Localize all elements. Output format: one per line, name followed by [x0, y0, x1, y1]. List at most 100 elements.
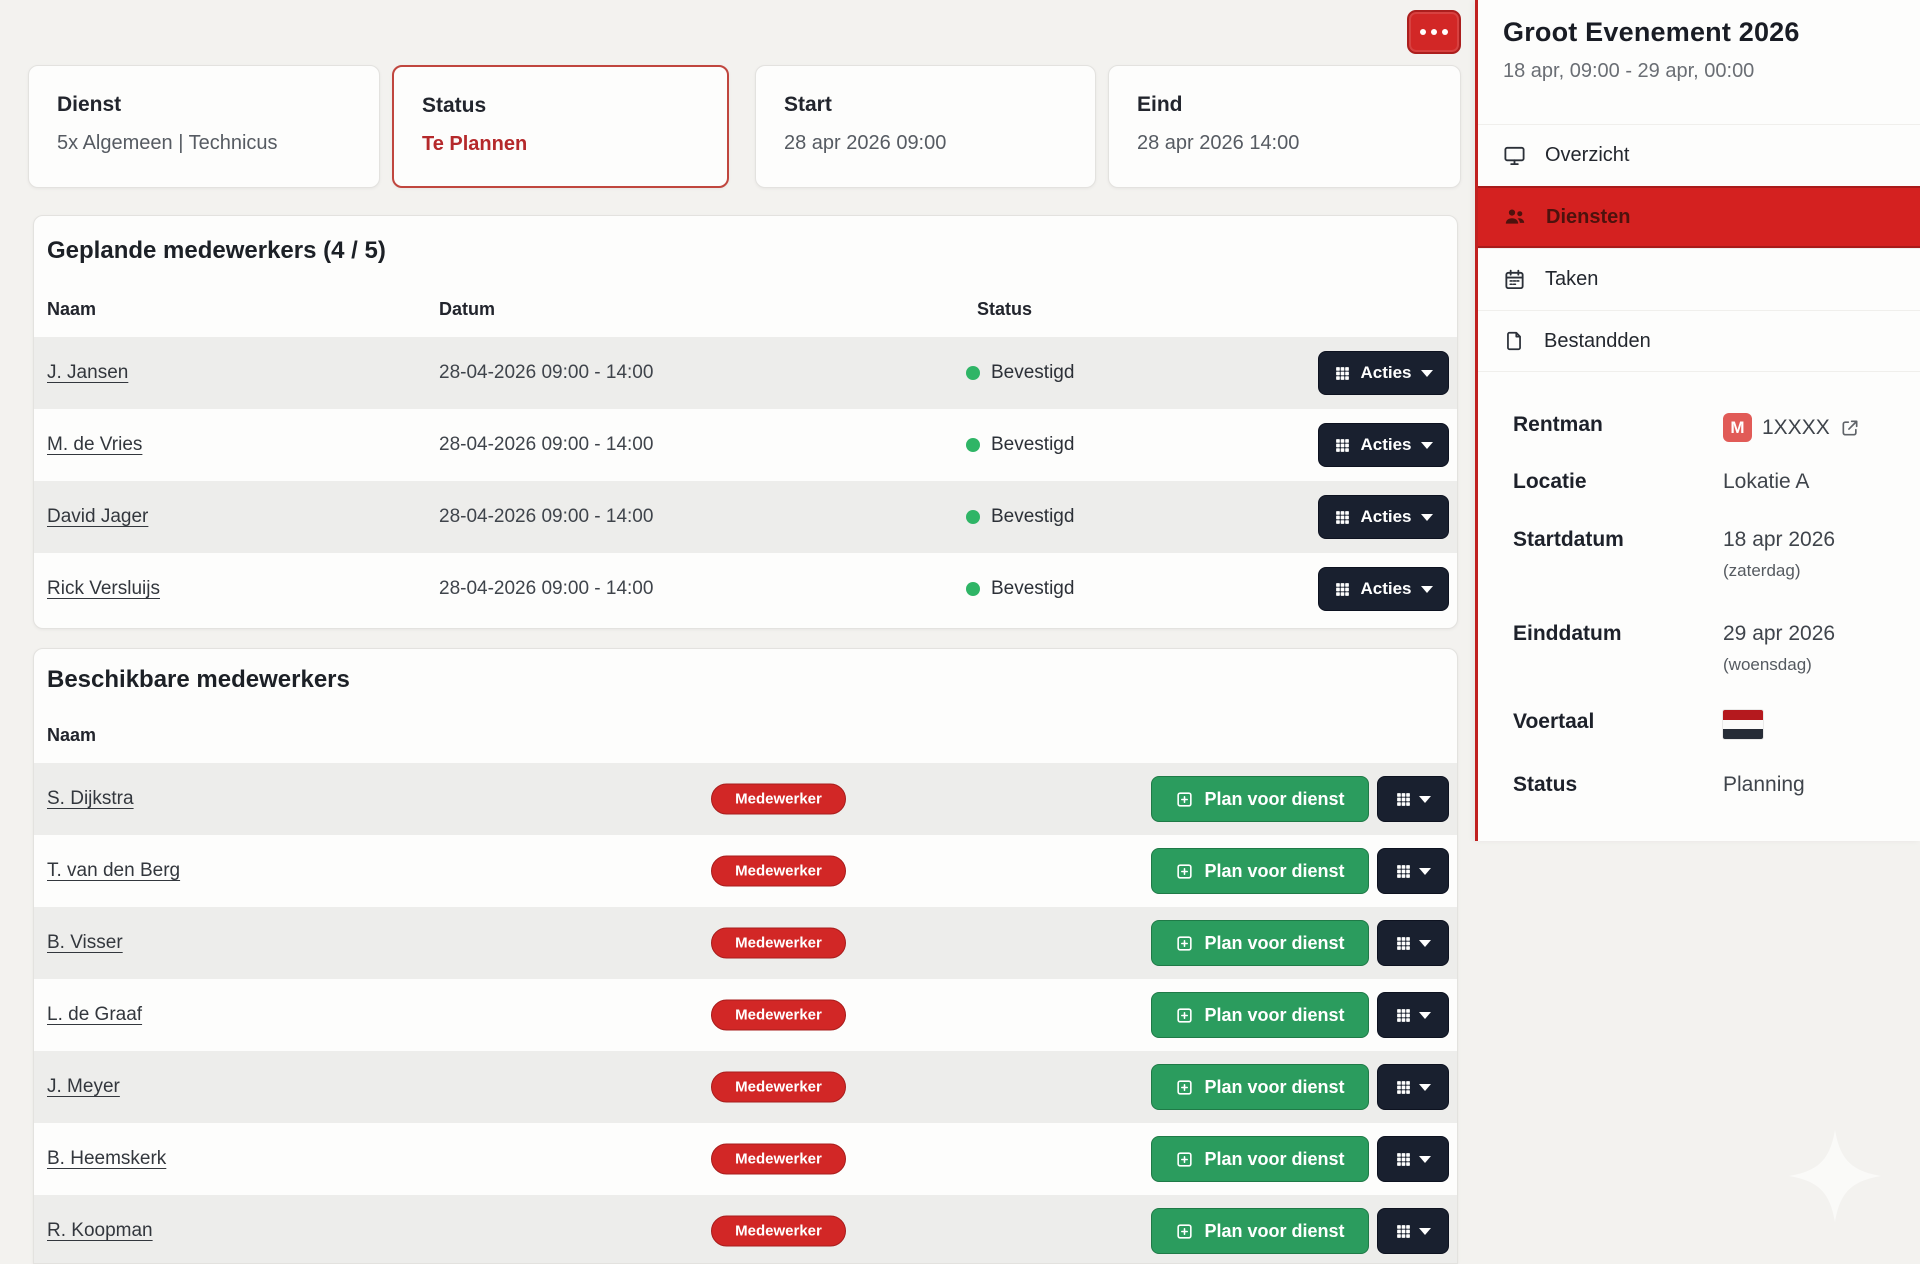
table-row: J. Meyer Medewerker Plan voor dienst [34, 1051, 1457, 1123]
plus-square-icon [1175, 862, 1194, 881]
detail-label: Status [1513, 773, 1723, 797]
table-row: L. de Graaf Medewerker Plan voor dienst [34, 979, 1457, 1051]
table-row: T. van den BergMedewerkerPlan voor diens… [34, 835, 1457, 907]
rentman-badge: M [1723, 413, 1752, 442]
netherlands-flag [1723, 710, 1763, 739]
plan-voor-dienst-button[interactable]: Plan voor dienst [1151, 1208, 1369, 1254]
card-label: Dienst [57, 93, 379, 117]
row-actions-dropdown-button[interactable] [1377, 848, 1449, 894]
grid-icon [1334, 365, 1351, 382]
card-label: Start [784, 93, 1095, 117]
sidebar-item-label: Diensten [1546, 206, 1630, 229]
status-text: Bevestigd [991, 506, 1074, 528]
grid-icon [1395, 1007, 1412, 1024]
ellipsis-icon [1420, 29, 1426, 35]
caret-down-icon [1421, 514, 1433, 521]
employee-name-link[interactable]: J. Jansen [47, 362, 128, 384]
plus-square-icon [1175, 934, 1194, 953]
table-row: R. Koopman Medewerker Plan voor dienst [34, 1195, 1457, 1264]
plan-button-label: Plan voor dienst [1204, 1005, 1344, 1026]
detail-label: Voertaal [1513, 710, 1723, 739]
employee-name-link[interactable]: R. Koopman [47, 1220, 153, 1242]
plan-voor-dienst-button[interactable]: Plan voor dienst [1151, 1136, 1369, 1182]
shift-date: 28-04-2026 09:00 - 14:00 [439, 578, 653, 600]
acties-button[interactable]: Acties [1318, 351, 1449, 395]
medewerker-badge: Medewerker [711, 928, 846, 959]
detail-value: 29 apr 2026 [1723, 622, 1835, 646]
sparkle-decoration [1789, 1130, 1881, 1227]
grid-icon [1395, 863, 1412, 880]
detail-row-einddatum: Einddatum 29 apr 2026 (woensdag) [1513, 622, 1898, 675]
row-actions-dropdown-button[interactable] [1377, 776, 1449, 822]
detail-value: Planning [1723, 773, 1805, 797]
section-title: Beschikbare medewerkers [47, 666, 350, 694]
status-dot-icon [966, 438, 980, 452]
caret-down-icon [1421, 370, 1433, 377]
employee-name-link[interactable]: T. van den Berg [47, 860, 180, 882]
table-row: M. de Vries 28-04-2026 09:00 - 14:00 Bev… [34, 409, 1457, 481]
sidebar-item-overzicht[interactable]: Overzicht [1478, 124, 1920, 186]
employee-name-link[interactable]: M. de Vries [47, 434, 142, 456]
plan-voor-dienst-button[interactable]: Plan voor dienst [1151, 920, 1369, 966]
plan-voor-dienst-button[interactable]: Plan voor dienst [1151, 1064, 1369, 1110]
plan-button-label: Plan voor dienst [1204, 933, 1344, 954]
sidebar-item-diensten[interactable]: Diensten [1478, 186, 1920, 248]
acties-button[interactable]: Acties [1318, 567, 1449, 611]
medewerker-badge: Medewerker [711, 1000, 846, 1031]
table-row: Rick Versluijs 28-04-2026 09:00 - 14:00 … [34, 553, 1457, 625]
employee-name-link[interactable]: S. Dijkstra [47, 788, 134, 810]
card-value: 28 apr 2026 14:00 [1137, 132, 1460, 155]
status-dot-icon [966, 582, 980, 596]
employee-name-link[interactable]: J. Meyer [47, 1076, 120, 1098]
card-value: 5x Algemeen | Technicus [57, 132, 379, 155]
plan-voor-dienst-button[interactable]: Plan voor dienst [1151, 848, 1369, 894]
row-actions-dropdown-button[interactable] [1377, 920, 1449, 966]
caret-down-icon [1419, 1012, 1431, 1019]
caret-down-icon [1419, 868, 1431, 875]
plan-button-label: Plan voor dienst [1204, 1149, 1344, 1170]
column-header-status: Status [977, 299, 1032, 320]
detail-row-rentman: Rentman M 1XXXX [1513, 413, 1898, 442]
sidebar-nav: Overzicht Diensten Taken Bestandden [1478, 124, 1920, 372]
detail-row-status: Status Planning [1513, 773, 1898, 797]
sidebar-item-label: Bestandden [1544, 330, 1651, 353]
employee-name-link[interactable]: B. Visser [47, 932, 123, 954]
sidebar-item-bestandden[interactable]: Bestandden [1478, 310, 1920, 372]
detail-value: 18 apr 2026 [1723, 528, 1835, 552]
row-actions-dropdown-button[interactable] [1377, 1064, 1449, 1110]
table-row: S. DijkstraMedewerkerPlan voor dienst [34, 763, 1457, 835]
acties-button[interactable]: Acties [1318, 423, 1449, 467]
acties-label: Acties [1360, 363, 1411, 383]
grid-icon [1334, 437, 1351, 454]
planned-employees-section: Geplande medewerkers (4 / 5) Naam Datum … [33, 215, 1458, 629]
employee-name-link[interactable]: David Jager [47, 506, 148, 528]
card-label: Status [422, 94, 727, 118]
caret-down-icon [1421, 442, 1433, 449]
table-row: David Jager 28-04-2026 09:00 - 14:00 Bev… [34, 481, 1457, 553]
column-header-datum: Datum [439, 299, 495, 320]
row-actions-dropdown-button[interactable] [1377, 1136, 1449, 1182]
sidebar-item-taken[interactable]: Taken [1478, 248, 1920, 310]
calendar-icon [1503, 268, 1526, 291]
plus-square-icon [1175, 1150, 1194, 1169]
acties-button[interactable]: Acties [1318, 495, 1449, 539]
medewerker-badge: Medewerker [711, 1216, 846, 1247]
employee-name-link[interactable]: Rick Versluijs [47, 578, 160, 600]
shift-date: 28-04-2026 09:00 - 14:00 [439, 362, 653, 384]
plan-voor-dienst-button[interactable]: Plan voor dienst [1151, 776, 1369, 822]
plus-square-icon [1175, 1078, 1194, 1097]
employee-name-link[interactable]: L. de Graaf [47, 1004, 142, 1026]
event-title: Groot Evenement 2026 [1503, 17, 1800, 48]
row-actions-dropdown-button[interactable] [1377, 1208, 1449, 1254]
more-options-button[interactable] [1407, 10, 1461, 54]
card-value: 28 apr 2026 09:00 [784, 132, 1095, 155]
employee-name-link[interactable]: B. Heemskerk [47, 1148, 166, 1170]
row-actions-dropdown-button[interactable] [1377, 992, 1449, 1038]
rentman-number-link[interactable]: 1XXXX [1762, 416, 1830, 440]
medewerker-badge: Medewerker [711, 1072, 846, 1103]
plan-voor-dienst-button[interactable]: Plan voor dienst [1151, 992, 1369, 1038]
card-value: Te Plannen [422, 133, 727, 156]
external-link-icon[interactable] [1840, 418, 1860, 438]
event-sidebar: Groot Evenement 2026 18 apr, 09:00 - 29 … [1475, 0, 1920, 841]
acties-label: Acties [1360, 507, 1411, 527]
